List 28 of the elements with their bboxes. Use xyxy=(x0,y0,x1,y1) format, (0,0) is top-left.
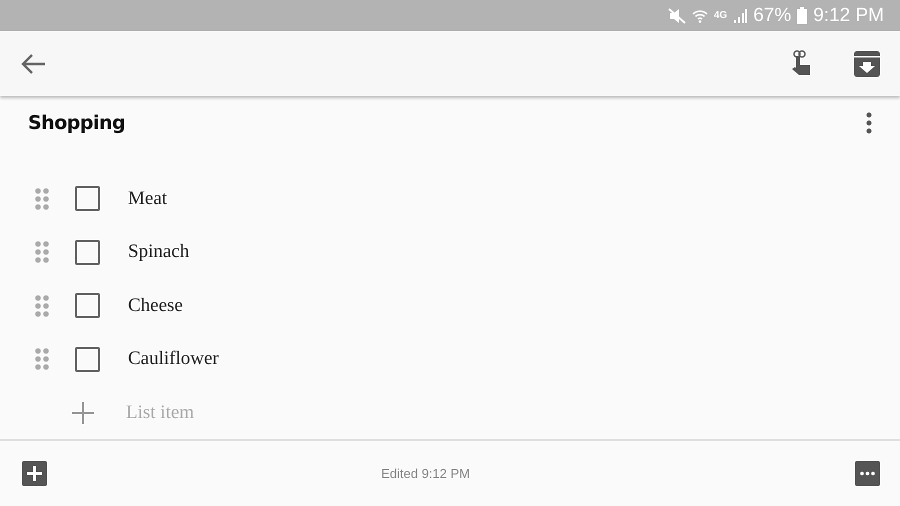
mute-icon xyxy=(668,8,686,24)
list-item-input[interactable]: List item xyxy=(124,400,428,425)
list-item-text: Meat xyxy=(128,188,168,210)
more-button[interactable] xyxy=(855,461,880,486)
status-time: 9:12 PM xyxy=(813,4,884,27)
wifi-icon xyxy=(692,8,708,24)
network-label: 4G xyxy=(714,10,728,22)
drag-handle-icon[interactable] xyxy=(35,294,49,317)
archive-button[interactable] xyxy=(854,50,880,77)
edited-time: Edited 9:12 PM xyxy=(381,466,470,482)
drag-handle-icon[interactable] xyxy=(35,241,49,264)
signal-icon xyxy=(733,8,748,24)
checkbox[interactable] xyxy=(75,293,100,318)
add-button[interactable] xyxy=(22,461,47,486)
battery-icon xyxy=(797,7,808,24)
checkbox[interactable] xyxy=(75,240,100,265)
list-item-text: Cheese xyxy=(128,294,183,317)
drag-handle-icon[interactable] xyxy=(35,348,49,370)
back-button[interactable] xyxy=(20,52,46,75)
checkbox[interactable] xyxy=(75,186,100,212)
note-title: Shopping xyxy=(28,112,126,134)
checkbox[interactable] xyxy=(75,346,100,372)
battery-percent: 67% xyxy=(753,4,792,27)
drag-handle-icon[interactable] xyxy=(35,188,49,210)
more-options-button[interactable] xyxy=(866,112,872,134)
list-item-text: Cauliflower xyxy=(128,348,219,370)
list-item-text: Spinach xyxy=(128,241,190,264)
add-icon xyxy=(72,402,94,424)
